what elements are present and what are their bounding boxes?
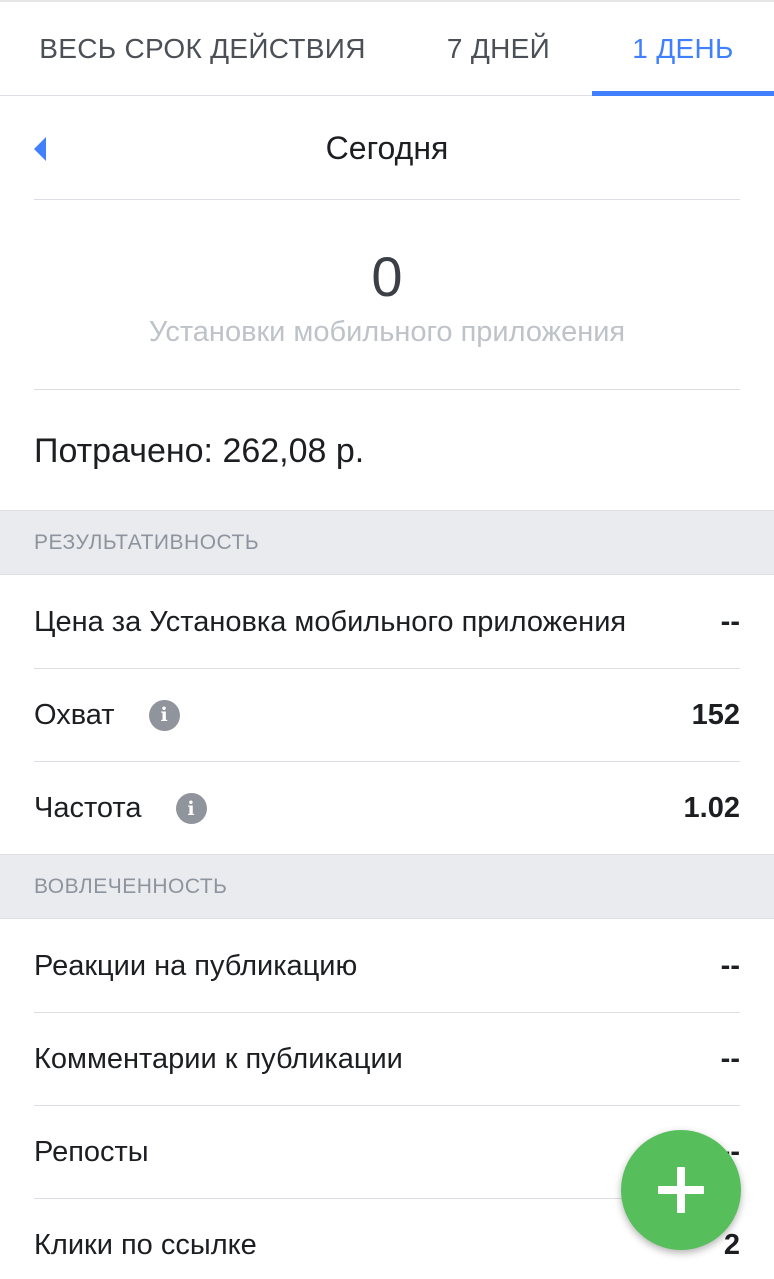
row-frequency: Частота i 1.02	[34, 762, 740, 855]
ad-insights-screen: ВЕСЬ СРОК ДЕЙСТВИЯ 7 ДНЕЙ 1 ДЕНЬ Сегодня…	[0, 0, 774, 1279]
row-value: 1.02	[683, 792, 740, 824]
row-label: Охват	[34, 698, 115, 731]
section-header-performance: РЕЗУЛЬТАТИВНОСТЬ	[0, 510, 774, 575]
date-navigator: Сегодня	[34, 96, 740, 200]
row-label: Реакции на публикацию	[34, 949, 358, 982]
row-cost-per-install: Цена за Установка мобильного приложения …	[34, 576, 740, 669]
tab-1-day[interactable]: 1 ДЕНЬ	[592, 2, 774, 96]
result-label: Установки мобильного приложения	[148, 316, 626, 348]
date-range-tabs: ВЕСЬ СРОК ДЕЙСТВИЯ 7 ДНЕЙ 1 ДЕНЬ	[0, 0, 774, 96]
amount-spent: Потрачено: 262,08 р.	[34, 432, 365, 470]
add-button[interactable]	[621, 1130, 741, 1250]
row-post-reactions: Реакции на публикацию --	[34, 920, 740, 1013]
row-label: Комментарии к публикации	[34, 1042, 403, 1075]
row-label: Клики по ссылке	[34, 1229, 257, 1261]
row-value: --	[720, 1042, 740, 1075]
tab-7-days[interactable]: 7 ДНЕЙ	[405, 2, 592, 96]
tab-lifetime[interactable]: ВЕСЬ СРОК ДЕЙСТВИЯ	[0, 2, 405, 96]
section-header-engagement: ВОВЛЕЧЕННОСТЬ	[0, 854, 774, 919]
row-reach: Охват i 152	[34, 669, 740, 762]
row-label: Частота	[34, 792, 142, 824]
plus-icon	[658, 1167, 704, 1213]
info-icon[interactable]: i	[148, 699, 180, 731]
result-metric: 0 Установки мобильного приложения	[34, 200, 740, 390]
row-value: --	[720, 605, 740, 638]
row-value: --	[720, 949, 740, 982]
info-icon[interactable]: i	[175, 793, 207, 824]
result-value: 0	[371, 245, 403, 308]
row-label: Репосты	[34, 1135, 149, 1168]
row-value: 152	[691, 698, 740, 731]
date-label: Сегодня	[325, 129, 449, 166]
row-label: Цена за Установка мобильного приложения	[34, 605, 627, 638]
chevron-left-icon[interactable]	[34, 136, 54, 162]
row-post-comments: Комментарии к публикации --	[34, 1013, 740, 1106]
row-value: 2	[723, 1229, 740, 1261]
